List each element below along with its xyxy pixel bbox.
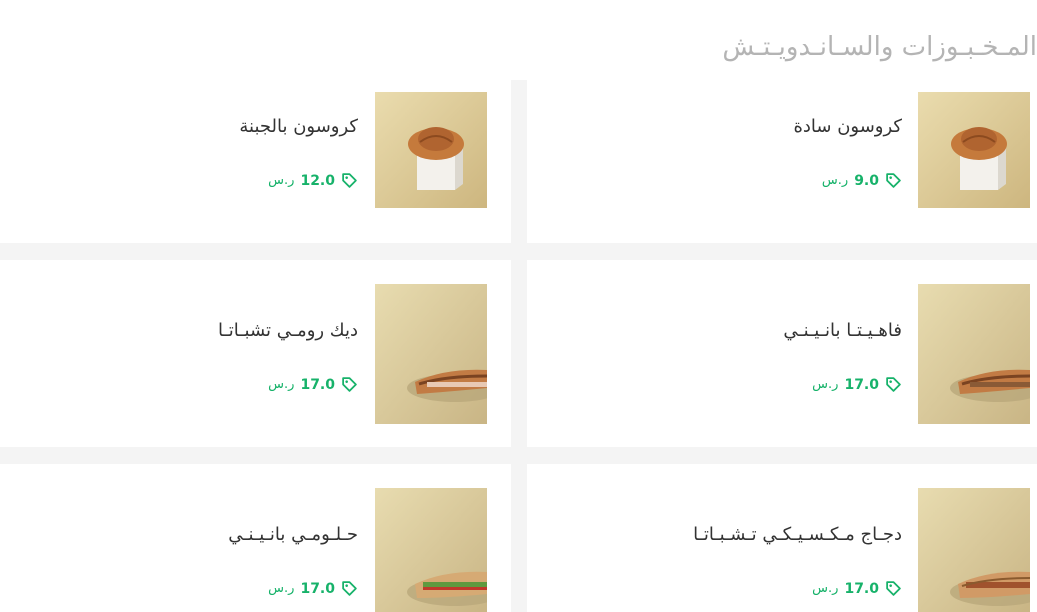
price-row: 17.0 ر.س [812, 376, 902, 393]
menu-item-card[interactable]: دجـاج مـكـسـيـكـي تـشـبـاتـا 17.0 ر.س [527, 464, 1037, 612]
item-price: 9.0 [854, 172, 879, 189]
item-name: ديك رومـي تشبـاتـا [218, 320, 358, 341]
currency-label: ر.س [268, 581, 295, 596]
currency-label: ر.س [821, 173, 849, 188]
currency-label: ر.س [812, 377, 839, 392]
section-title: المـخـبـوزات والسـانـدويـتـش [722, 32, 1037, 62]
menu-item-card[interactable]: كروسون سادة 9.0 ر.س [527, 80, 1037, 243]
croissant-image [375, 92, 487, 208]
price-row: 9.0 ر.س [822, 172, 902, 189]
item-price: 12.0 [300, 172, 335, 189]
croissant-image [918, 92, 1030, 208]
item-price: 17.0 [300, 376, 335, 393]
item-name: كروسون بالجبنة [239, 116, 358, 137]
panini-image [375, 488, 487, 612]
menu-item-card[interactable]: فاهـيـتـا بانـيـنـي 17.0 ر.س [527, 260, 1037, 447]
item-price: 17.0 [300, 580, 335, 597]
price-row: 12.0 ر.س [268, 172, 358, 189]
item-price: 17.0 [844, 580, 879, 597]
tag-icon [341, 172, 358, 189]
item-price: 17.0 [844, 376, 879, 393]
item-name: فاهـيـتـا بانـيـنـي [783, 320, 902, 341]
tag-icon [885, 580, 902, 597]
currency-label: ر.س [812, 581, 839, 596]
panini-image [375, 284, 487, 424]
item-name: كروسون سادة [793, 116, 902, 137]
panini-image [918, 284, 1030, 424]
currency-label: ر.س [268, 173, 295, 188]
price-row: 17.0 ر.س [268, 580, 358, 597]
section-header: المـخـبـوزات والسـانـدويـتـش [0, 0, 1037, 80]
menu-item-card[interactable]: حـلـومـي بانـيـنـي 17.0 ر.س [0, 464, 511, 612]
tag-icon [341, 580, 358, 597]
currency-label: ر.س [268, 377, 295, 392]
menu-item-card[interactable]: ديك رومـي تشبـاتـا 17.0 ر.س [0, 260, 511, 447]
item-name: دجـاج مـكـسـيـكـي تـشـبـاتـا [693, 524, 902, 545]
panini-image [918, 488, 1030, 612]
price-row: 17.0 ر.س [812, 580, 902, 597]
item-name: حـلـومـي بانـيـنـي [228, 524, 358, 545]
tag-icon [885, 376, 902, 393]
tag-icon [885, 172, 902, 189]
menu-item-card[interactable]: كروسون بالجبنة 12.0 ر.س [0, 80, 511, 243]
price-row: 17.0 ر.س [268, 376, 358, 393]
tag-icon [341, 376, 358, 393]
